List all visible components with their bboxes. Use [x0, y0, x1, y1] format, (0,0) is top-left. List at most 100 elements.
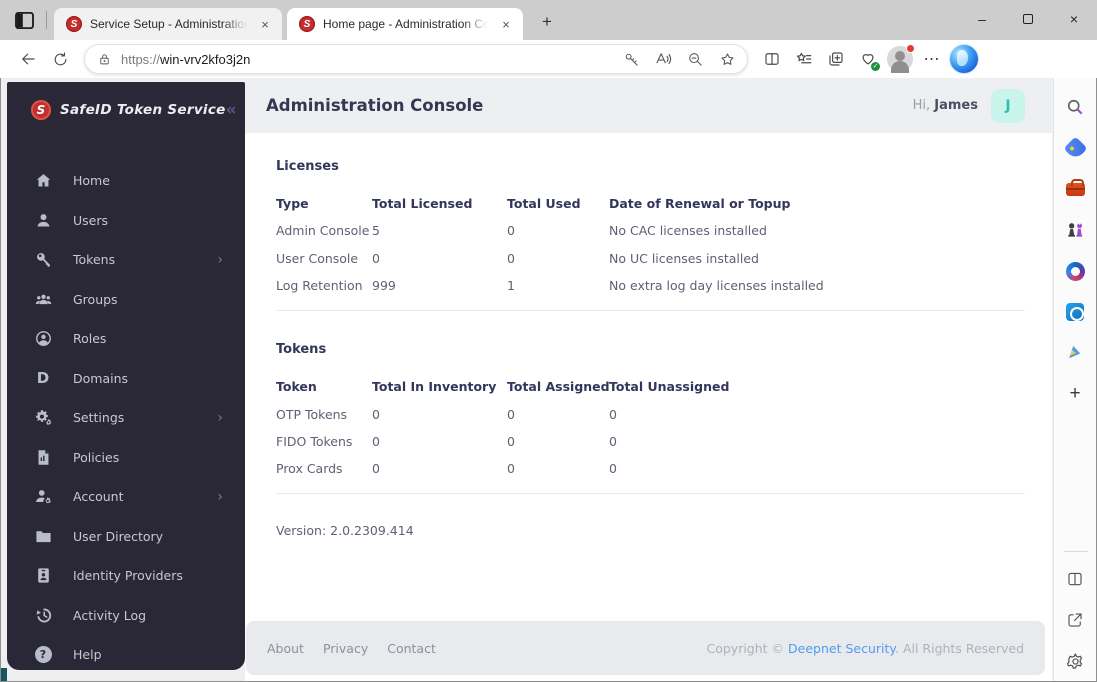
copilot-button[interactable] — [948, 44, 980, 74]
greeting-text: Hi, James — [912, 98, 978, 113]
open-external-button[interactable] — [1063, 608, 1087, 632]
sidebar-item-user-directory[interactable]: User Directory — [7, 517, 245, 557]
password-button[interactable] — [615, 44, 647, 74]
table-cell: No CAC licenses installed — [609, 223, 767, 239]
collections-button[interactable] — [820, 44, 852, 74]
key-icon — [625, 53, 638, 66]
split-screen-button[interactable] — [756, 44, 788, 74]
gears-icon — [34, 409, 52, 427]
folder-icon — [34, 527, 52, 545]
split-screen-icon — [765, 53, 779, 65]
tab-service-setup[interactable]: S Service Setup - Administration Console… — [54, 8, 282, 40]
table-cell: 0 — [372, 461, 380, 477]
sidebar-item-settings[interactable]: Settings › — [7, 398, 245, 438]
sidebar-item-groups[interactable]: Groups — [7, 280, 245, 320]
shopping-rail-button[interactable] — [1062, 135, 1088, 161]
sidebar-item-tokens[interactable]: Tokens › — [7, 240, 245, 280]
games-chess-icon — [1068, 223, 1083, 237]
sidebar-item-identity-providers[interactable]: Identity Providers — [7, 556, 245, 596]
table-cell: 999 — [372, 278, 396, 294]
app-footer: About Privacy Contact Copyright © Deepne… — [246, 621, 1045, 675]
sidebar-item-account[interactable]: Account › — [7, 477, 245, 517]
column-header: Total Licensed — [372, 196, 473, 212]
sidebar-item-domains[interactable]: D Domains — [7, 359, 245, 399]
star-icon — [721, 52, 733, 65]
sidebar-collapse-icon[interactable]: « — [226, 100, 237, 120]
favorites-list-button[interactable] — [788, 44, 820, 74]
account-gear-icon — [34, 488, 52, 506]
ellipsis-icon: ⋯ — [923, 51, 941, 68]
essentials-check-icon: ✓ — [871, 62, 880, 71]
browser-essentials-button[interactable]: ✓ — [852, 44, 884, 74]
tab-close-icon[interactable]: × — [256, 15, 274, 33]
table-cell: 0 — [372, 433, 380, 449]
microsoft365-icon — [1065, 261, 1085, 281]
sidebar-item-help[interactable]: ? Help — [7, 635, 245, 675]
gear-icon — [1066, 653, 1082, 669]
table-cell: Admin Console — [276, 223, 370, 239]
drop-rail-button[interactable] — [1063, 341, 1087, 365]
column-header: Total Unassigned — [609, 379, 730, 395]
table-cell: 1 — [507, 278, 515, 294]
tools-rail-button[interactable] — [1063, 177, 1087, 201]
new-tab-button[interactable]: + — [534, 11, 560, 33]
user-avatar[interactable]: J — [991, 88, 1025, 123]
column-header: Date of Renewal or Topup — [609, 196, 791, 212]
sidebar-panel-button[interactable] — [1063, 567, 1087, 591]
url-text[interactable]: https://win-vrv2kfo3j2n — [121, 52, 615, 67]
tokens-section: Tokens Token Total In Inventory Total As… — [276, 342, 1025, 495]
tab-close-icon[interactable]: × — [497, 15, 515, 33]
read-aloud-button[interactable] — [647, 44, 679, 74]
page-viewport: + S SafeID Token Service « Home Users To… — [1, 78, 1096, 681]
home-icon — [34, 172, 52, 190]
outlook-rail-button[interactable] — [1063, 300, 1087, 324]
table-cell: 0 — [507, 461, 515, 477]
footer-link-privacy[interactable]: Privacy — [323, 641, 368, 656]
tab-home-page[interactable]: S Home page - Administration Console × — [287, 8, 523, 40]
profile-button[interactable] — [884, 44, 916, 74]
footer-link-contact[interactable]: Contact — [387, 641, 436, 656]
refresh-icon — [54, 51, 66, 65]
maximize-icon — [1023, 14, 1033, 24]
table-cell: 0 — [372, 406, 380, 422]
deepnet-security-link[interactable]: Deepnet Security — [788, 641, 895, 656]
maximize-button[interactable] — [1005, 0, 1051, 38]
history-icon — [34, 606, 52, 624]
search-icon — [1067, 99, 1083, 115]
address-bar[interactable]: https://win-vrv2kfo3j2n — [84, 44, 748, 74]
toolbox-icon — [1065, 178, 1085, 196]
sidebar-item-activity-log[interactable]: Activity Log — [7, 596, 245, 636]
licenses-section: Licenses Type Total Licensed Total Used … — [276, 159, 1025, 312]
minimize-button[interactable]: – — [959, 0, 1005, 38]
rail-settings-button[interactable] — [1063, 649, 1087, 673]
brand-header: S SafeID Token Service « — [7, 82, 245, 120]
footer-link-about[interactable]: About — [267, 641, 304, 656]
read-aloud-icon — [656, 53, 672, 65]
sidebar-item-policies[interactable]: Policies — [7, 438, 245, 478]
tab-actions-menu-icon[interactable] — [13, 10, 35, 30]
sidebar-item-roles[interactable]: Roles — [7, 319, 245, 359]
add-rail-button[interactable]: + — [1063, 382, 1087, 406]
tokens-table: Token Total In Inventory Total Assigned … — [276, 373, 1025, 482]
refresh-button[interactable] — [44, 44, 76, 74]
favorite-button[interactable] — [711, 44, 743, 74]
sidebar-item-users[interactable]: Users — [7, 201, 245, 241]
id-badge-icon — [34, 567, 52, 585]
role-person-circle-icon — [34, 330, 52, 348]
domains-icon: D — [36, 369, 50, 388]
zoom-out-button[interactable] — [679, 44, 711, 74]
column-header: Total Assigned — [507, 379, 610, 395]
sidebar-item-home[interactable]: Home — [7, 161, 245, 201]
settings-more-button[interactable]: ⋯ — [916, 44, 948, 74]
m365-rail-button[interactable] — [1063, 259, 1087, 283]
table-cell: 5 — [372, 223, 380, 239]
games-rail-button[interactable] — [1063, 218, 1087, 242]
close-button[interactable]: × — [1051, 0, 1097, 38]
tab-title: Service Setup - Administration Console — [90, 17, 252, 31]
window-corner-accent — [1, 668, 7, 681]
back-button[interactable] — [12, 44, 44, 74]
search-rail-button[interactable] — [1063, 95, 1087, 119]
table-cell: User Console — [276, 250, 359, 266]
tab-title: Home page - Administration Console — [323, 17, 493, 31]
brand-name: SafeID Token Service — [60, 102, 226, 118]
